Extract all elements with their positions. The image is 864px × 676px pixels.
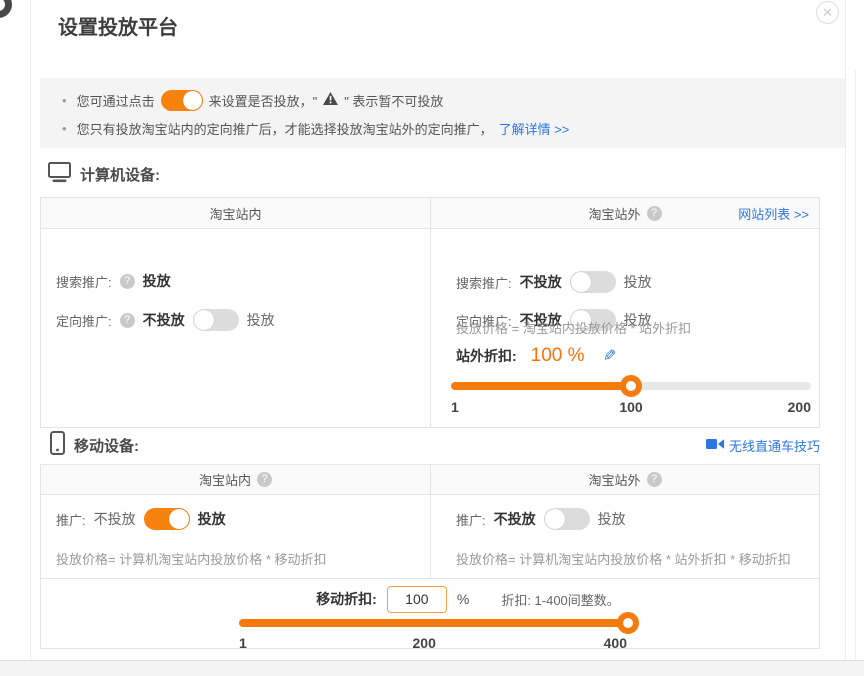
mobile-offsite-header: 淘宝站外 ? [431,465,819,494]
dialog-left-border [30,0,31,660]
page-title: 设置投放平台 [58,11,178,40]
close-icon: ✕ [822,5,833,20]
mobile-section-header: 移动设备: [50,431,139,459]
computer-offsite-header-label: 淘宝站外 [588,204,640,223]
toggle-knob [545,509,565,529]
target-promo-label: 定向推广: [56,311,112,330]
mobile-offsite-promo-toggle[interactable] [544,508,590,530]
toggle-knob [169,509,189,529]
offsite-slider-labels: 1 100 200 [451,399,811,417]
example-toggle[interactable] [161,90,203,111]
mobile-onsite-header: 淘宝站内 ? [41,465,430,494]
promo-on-label: 投放 [198,509,226,529]
wireless-tips-link[interactable]: 无线直通车技巧 [729,436,820,455]
mobile-onsite-header-label: 淘宝站内 [199,470,251,489]
notice-1-text-before: 您可通过点击 [77,91,155,110]
notice-line-2: • 您只有投放淘宝站内的定向推广后，才能选择投放淘宝站外的定向推广， 了解详情 … [62,118,569,138]
mobile-slider-area: 1 200 400 [41,579,819,649]
floating-widget-partial [0,0,12,18]
wireless-tips[interactable]: 无线直通车技巧 [706,436,820,455]
notice-box: • 您可通过点击 来设置是否投放，" " 表示暂不可投放 • 您只有投放淘宝站内… [40,78,845,148]
slider-min-label: 1 [239,635,247,651]
help-icon[interactable]: ? [647,206,662,221]
computer-table: 淘宝站内 淘宝站外 ? 网站列表 >> 搜索推广: ? 投放 定向推广: ? 不… [40,197,820,428]
slider-mid-label: 100 [619,399,642,415]
computer-icon [48,162,71,187]
mobile-onsite-promo-row: 推广: 不投放 投放 [56,508,226,530]
video-icon [706,437,724,455]
slider-fill [451,382,631,390]
promo-on-label: 投放 [598,509,626,529]
slider-min-label: 1 [451,399,459,415]
bullet-icon: • [62,121,67,136]
phone-icon [50,431,65,459]
close-button[interactable]: ✕ [816,1,839,24]
mobile-onsite-formula: 投放价格= 计算机淘宝站内投放价格 * 移动折扣 [56,549,327,568]
offsite-slider-area: 1 100 200 [431,229,819,427]
slider-fill [239,619,633,627]
computer-section-header: 计算机设备: [48,162,160,187]
mobile-table: 淘宝站内 ? 淘宝站外 ? 推广: 不投放 投放 投放价格= 计算机淘宝站内投放… [40,464,820,649]
slider-max-label: 400 [604,635,627,651]
notice-line-1: • 您可通过点击 来设置是否投放，" " 表示暂不可投放 [62,88,443,112]
mobile-offsite-header-label: 淘宝站外 [588,470,640,489]
computer-onsite-header-label: 淘宝站内 [209,204,261,223]
promo-off-label: 不投放 [94,509,136,529]
learn-more-link[interactable]: 了解详情 >> [499,119,570,138]
target-off-label: 不投放 [143,310,185,330]
notice-1-text-mid: 来设置是否投放，" [209,91,318,110]
help-icon[interactable]: ? [647,472,662,487]
mobile-onsite-promo-toggle[interactable] [144,508,190,530]
page-right-border [855,70,856,660]
bottom-band [0,661,864,676]
slider-knob[interactable] [617,612,639,634]
slider-mid-label: 200 [412,635,435,651]
offsite-discount-slider[interactable] [451,382,811,390]
mobile-section-title: 移动设备: [74,435,139,456]
bullet-icon: • [62,93,67,108]
search-promo-label: 搜索推广: [56,272,112,291]
promo-off-label: 不投放 [494,509,536,529]
help-icon[interactable]: ? [120,274,135,289]
search-promo-status: 投放 [143,271,171,291]
mobile-slider-labels: 1 200 400 [239,635,633,653]
notice-1-text-after: " 表示暂不可投放 [344,91,443,110]
dialog-set-platform: ✕ 设置投放平台 • 您可通过点击 来设置是否投放，" " 表示暂不可投放 • … [0,0,864,676]
mobile-offsite-formula: 投放价格= 计算机淘宝站内投放价格 * 站外折扣 * 移动折扣 [456,549,791,568]
column-divider [430,465,431,578]
help-icon[interactable]: ? [120,313,135,328]
mobile-offsite-promo-row: 推广: 不投放 投放 [456,508,626,530]
mobile-discount-slider[interactable] [239,619,633,627]
slider-knob[interactable] [620,375,642,397]
slider-max-label: 200 [788,399,811,415]
computer-onsite-target-row: 定向推广: ? 不投放 投放 [56,309,275,331]
computer-onsite-target-toggle[interactable] [193,309,239,331]
promo-label: 推广: [56,510,86,529]
computer-onsite-header: 淘宝站内 [41,198,430,228]
toggle-knob [194,310,214,330]
computer-section-title: 计算机设备: [80,164,160,185]
help-icon[interactable]: ? [257,472,272,487]
dialog-right-border [845,0,846,660]
warning-icon [323,92,338,108]
computer-onsite-search-row: 搜索推广: ? 投放 [56,271,171,291]
site-list-link[interactable]: 网站列表 >> [738,204,809,223]
toggle-knob [183,91,202,110]
notice-2-text: 您只有投放淘宝站内的定向推广后，才能选择投放淘宝站外的定向推广， [77,119,493,138]
target-on-label: 投放 [247,310,275,330]
promo-label: 推广: [456,510,486,529]
